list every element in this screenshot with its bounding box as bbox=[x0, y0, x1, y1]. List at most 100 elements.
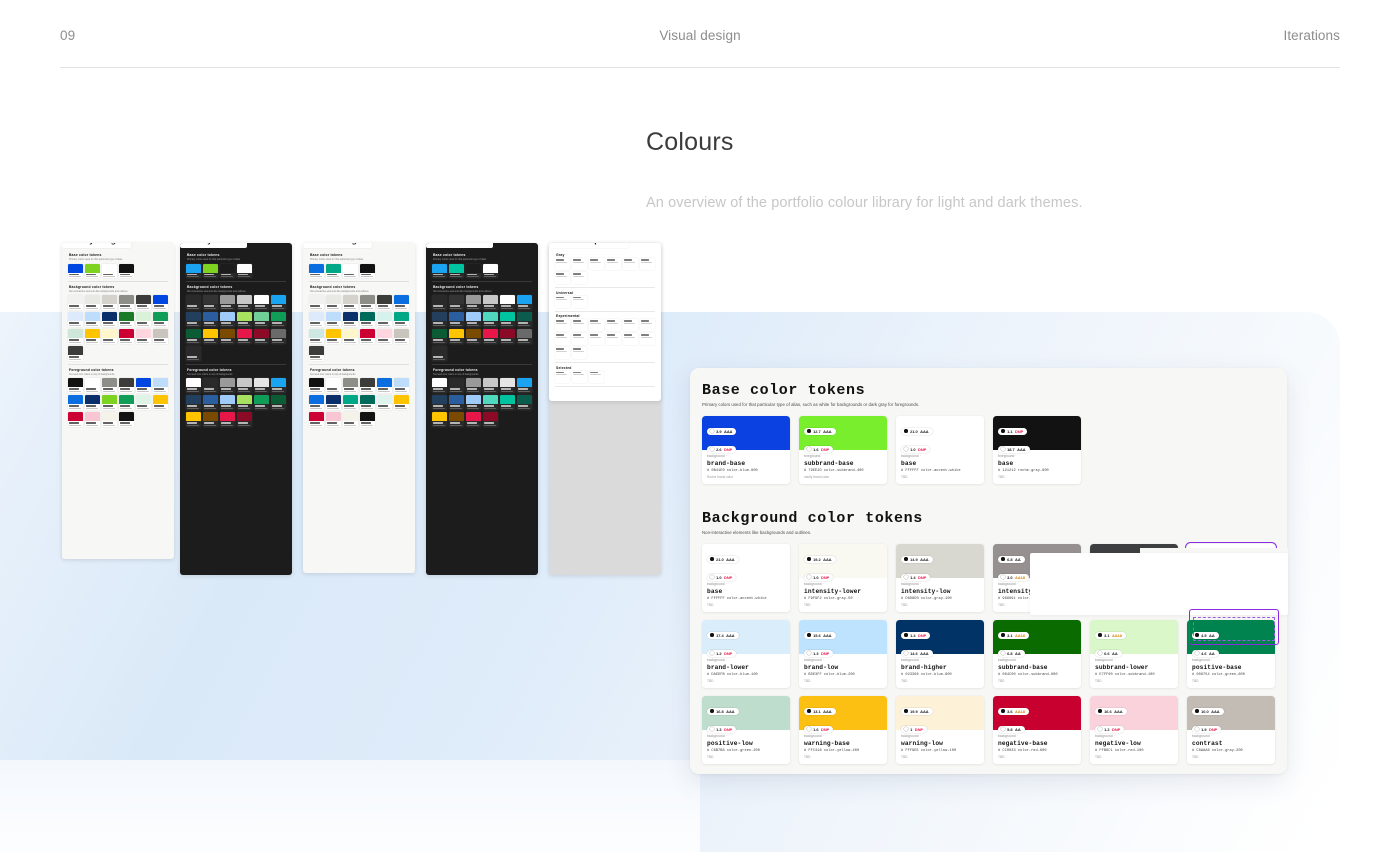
palette-swatch-cell[interactable] bbox=[309, 412, 324, 428]
palette-swatch-cell[interactable] bbox=[68, 412, 83, 428]
palette-swatch-cell[interactable] bbox=[394, 329, 409, 345]
palette-swatch-cell[interactable] bbox=[466, 395, 481, 411]
palette-swatch-cell[interactable] bbox=[449, 395, 464, 411]
palette-swatch-cell[interactable] bbox=[449, 295, 464, 311]
palette-swatch-cell[interactable] bbox=[309, 378, 324, 394]
palette-swatch-cell[interactable] bbox=[102, 378, 117, 394]
palette-swatch-cell[interactable] bbox=[153, 312, 168, 328]
gradient-swatch-cell[interactable] bbox=[555, 319, 570, 331]
palette-swatch-cell[interactable] bbox=[220, 329, 235, 345]
palette-swatch-cell[interactable] bbox=[394, 395, 409, 411]
palette-swatch-cell[interactable] bbox=[271, 329, 286, 345]
palette-swatch-cell[interactable] bbox=[343, 395, 358, 411]
palette-swatch-cell[interactable] bbox=[360, 263, 375, 279]
palette-swatch-cell[interactable] bbox=[68, 295, 83, 311]
color-token-card[interactable]: 16.8 AAA 1.3 DNP background · positive-low # C… bbox=[702, 696, 790, 764]
palette-swatch-cell[interactable] bbox=[271, 312, 286, 328]
color-token-card[interactable]: 19.2 AAA 1.0 DNP background · intensity-lower… bbox=[799, 544, 887, 612]
palette-swatch-cell[interactable] bbox=[500, 395, 515, 411]
gradient-swatch-cell[interactable] bbox=[572, 370, 587, 383]
palette-swatch-cell[interactable] bbox=[68, 329, 83, 345]
palette-swatch-cell[interactable] bbox=[271, 378, 286, 394]
palette-swatch-cell[interactable] bbox=[377, 295, 392, 311]
palette-swatch-cell[interactable] bbox=[432, 412, 447, 428]
palette-swatch-cell[interactable] bbox=[326, 412, 341, 428]
gradient-swatch-cell[interactable] bbox=[572, 333, 587, 345]
palette-swatch-cell[interactable] bbox=[102, 263, 117, 279]
palette-swatch-cell[interactable] bbox=[85, 378, 100, 394]
gradient-swatch-cell[interactable] bbox=[640, 258, 655, 270]
gradient-swatch-cell[interactable] bbox=[572, 295, 587, 308]
palette-swatch-cell[interactable] bbox=[254, 295, 269, 311]
palette-swatch-cell[interactable] bbox=[517, 312, 532, 328]
palette-swatch-cell[interactable] bbox=[326, 312, 341, 328]
gradient-swatch-cell[interactable] bbox=[623, 333, 638, 345]
palette-swatch-cell[interactable] bbox=[220, 263, 235, 279]
palette-swatch-cell[interactable] bbox=[203, 378, 218, 394]
palette-panel-0[interactable]: navify® LightBase color tokensPrimary co… bbox=[62, 243, 174, 559]
gradient-swatch-cell[interactable] bbox=[606, 258, 621, 270]
palette-swatch-cell[interactable] bbox=[309, 295, 324, 311]
palette-swatch-cell[interactable] bbox=[203, 329, 218, 345]
palette-swatch-cell[interactable] bbox=[466, 295, 481, 311]
palette-swatch-cell[interactable] bbox=[136, 329, 151, 345]
palette-swatch-cell[interactable] bbox=[119, 378, 134, 394]
palette-swatch-cell[interactable] bbox=[483, 412, 498, 428]
palette-swatch-cell[interactable] bbox=[377, 312, 392, 328]
palette-swatch-cell[interactable] bbox=[483, 395, 498, 411]
palette-swatch-cell[interactable] bbox=[102, 395, 117, 411]
palette-swatch-cell[interactable] bbox=[432, 329, 447, 345]
color-token-card[interactable]: 12.7 AAA 1.6 DNP foreground · subbrand-base # … bbox=[799, 416, 887, 484]
palette-swatch-cell[interactable] bbox=[186, 295, 201, 311]
palette-swatch-cell[interactable] bbox=[360, 412, 375, 428]
palette-swatch-cell[interactable] bbox=[136, 395, 151, 411]
gradient-swatch-cell[interactable] bbox=[572, 272, 587, 284]
gradient-swatch-cell[interactable] bbox=[555, 370, 570, 383]
palette-swatch-cell[interactable] bbox=[271, 395, 286, 411]
palette-swatch-cell[interactable] bbox=[119, 395, 134, 411]
color-token-card[interactable]: 3.1 AA18 6.8 AA background · subbrand-base # 0… bbox=[993, 620, 1081, 688]
palette-swatch-cell[interactable] bbox=[237, 295, 252, 311]
palette-swatch-cell[interactable] bbox=[343, 295, 358, 311]
palette-swatch-cell[interactable] bbox=[500, 329, 515, 345]
palette-swatch-cell[interactable] bbox=[102, 329, 117, 345]
palette-panel-4[interactable]: Gradient palette Gray Universal Experimenta… bbox=[549, 243, 661, 401]
palette-swatch-cell[interactable] bbox=[153, 378, 168, 394]
palette-swatch-cell[interactable] bbox=[153, 329, 168, 345]
palette-swatch-cell[interactable] bbox=[186, 395, 201, 411]
palette-swatch-cell[interactable] bbox=[517, 295, 532, 311]
palette-swatch-cell[interactable] bbox=[483, 378, 498, 394]
palette-swatch-cell[interactable] bbox=[432, 395, 447, 411]
color-token-card[interactable]: 13.1 AAA 1.6 DNP background · warning-base # F… bbox=[799, 696, 887, 764]
gradient-swatch-cell[interactable] bbox=[623, 258, 638, 270]
gradient-swatch-cell[interactable] bbox=[572, 347, 587, 359]
palette-swatch-cell[interactable] bbox=[449, 312, 464, 328]
palette-swatch-cell[interactable] bbox=[466, 378, 481, 394]
palette-swatch-cell[interactable] bbox=[449, 263, 464, 279]
palette-swatch-cell[interactable] bbox=[136, 312, 151, 328]
palette-swatch-cell[interactable] bbox=[220, 378, 235, 394]
gradient-swatch-cell[interactable] bbox=[555, 258, 570, 270]
palette-swatch-cell[interactable] bbox=[85, 295, 100, 311]
color-token-card[interactable]: 19.9 AAA 1 DNP background · warning-low # FFF9… bbox=[896, 696, 984, 764]
color-token-card[interactable]: 4.5 AA 4.6 AA background · positive-base # 008… bbox=[1187, 620, 1275, 688]
palette-swatch-cell[interactable] bbox=[237, 378, 252, 394]
color-token-card[interactable]: 16.6 AAA 1.2 DNP background · negative-low # F… bbox=[1090, 696, 1178, 764]
palette-swatch-cell[interactable] bbox=[483, 312, 498, 328]
gradient-swatch-cell[interactable] bbox=[555, 347, 570, 359]
palette-swatch-cell[interactable] bbox=[85, 395, 100, 411]
gradient-swatch-cell[interactable] bbox=[606, 333, 621, 345]
color-token-card[interactable]: 21.0 AAA 1.0 DNP background · base # FFFFFF co… bbox=[702, 544, 790, 612]
palette-swatch-cell[interactable] bbox=[449, 329, 464, 345]
palette-swatch-cell[interactable] bbox=[254, 378, 269, 394]
palette-swatch-cell[interactable] bbox=[309, 346, 324, 362]
palette-swatch-cell[interactable] bbox=[254, 312, 269, 328]
palette-swatch-cell[interactable] bbox=[309, 312, 324, 328]
gradient-swatch-cell[interactable] bbox=[640, 333, 655, 345]
palette-swatch-cell[interactable] bbox=[466, 329, 481, 345]
palette-swatch-cell[interactable] bbox=[186, 378, 201, 394]
palette-swatch-cell[interactable] bbox=[237, 412, 252, 428]
palette-swatch-cell[interactable] bbox=[326, 295, 341, 311]
palette-swatch-cell[interactable] bbox=[432, 346, 447, 362]
palette-swatch-cell[interactable] bbox=[377, 378, 392, 394]
